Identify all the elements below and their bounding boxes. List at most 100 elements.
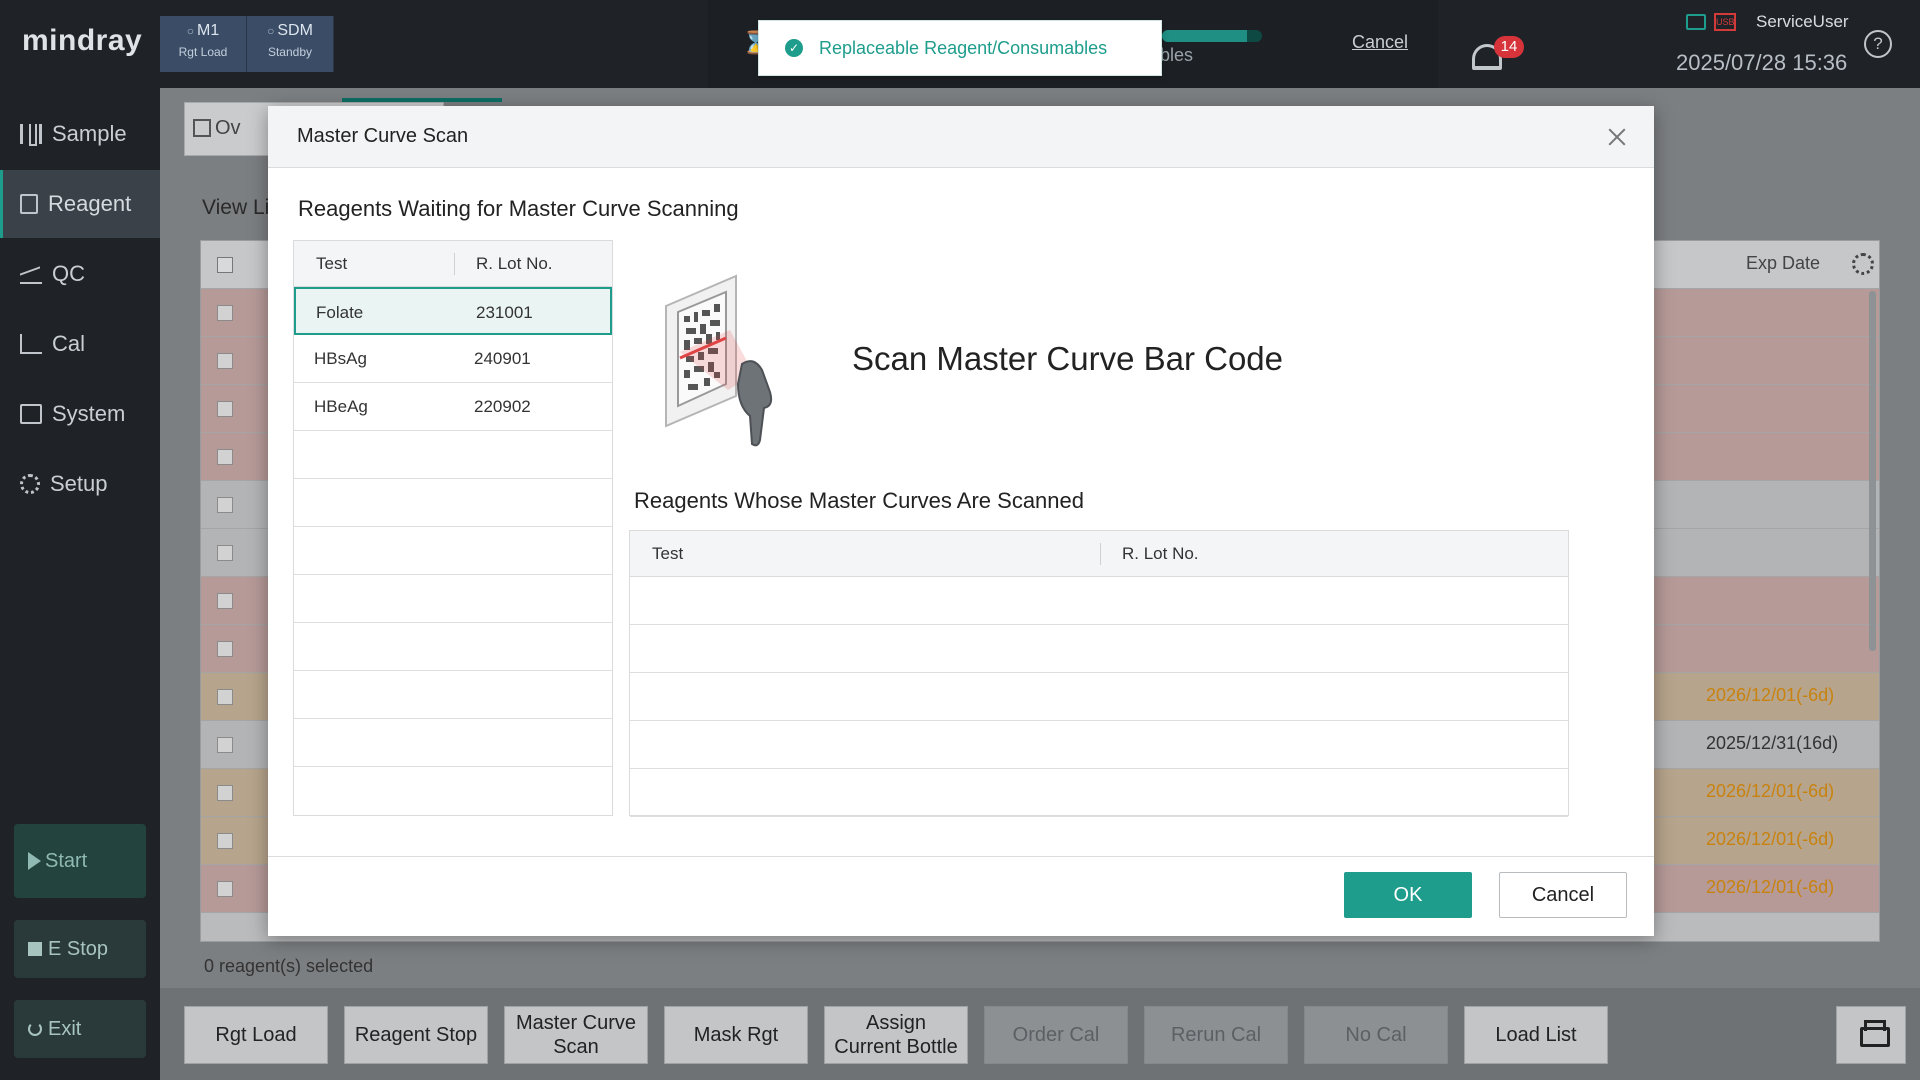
sidebar-item-label: Setup — [50, 471, 108, 496]
empty-table-row — [294, 479, 612, 527]
scanned-section-title: Reagents Whose Master Curves Are Scanned — [634, 488, 1085, 513]
column-header-test: Test — [316, 254, 348, 273]
scanned-reagents-table: Test R. Lot No. — [629, 530, 1569, 817]
row-checkbox[interactable] — [217, 593, 233, 609]
column-header-exp-date[interactable]: Exp Date — [1746, 253, 1820, 274]
cancel-button[interactable]: Cancel — [1499, 872, 1627, 918]
progress-fill — [1162, 30, 1247, 42]
sidebar-item-system[interactable]: System — [0, 380, 160, 448]
action-button-reagent-stop[interactable]: Reagent Stop — [344, 1006, 488, 1064]
sample-icon — [20, 124, 42, 146]
master-curve-scan-dialog: Master Curve Scan Reagents Waiting for M… — [268, 106, 1654, 936]
row-checkbox[interactable] — [217, 401, 233, 417]
usb-status-icon: USB — [1714, 13, 1736, 31]
action-button-order-cal: Order Cal — [984, 1006, 1128, 1064]
system-icon — [20, 404, 42, 424]
emergency-stop-button[interactable]: E Stop — [14, 920, 146, 978]
lot-cell: 220902 — [474, 397, 531, 416]
selected-count-text: 0 reagent(s) selected — [204, 956, 374, 976]
status-progress-bar — [1162, 30, 1262, 42]
current-user[interactable]: ServiceUser — [1756, 12, 1849, 32]
power-icon — [28, 1022, 42, 1036]
action-button-no-cal: No Cal — [1304, 1006, 1448, 1064]
row-checkbox[interactable] — [217, 449, 233, 465]
empty-table-row — [294, 623, 612, 671]
action-button-master-curve-scan[interactable]: Master Curve Scan — [504, 1006, 648, 1064]
alarm-button[interactable]: 14 — [1468, 36, 1524, 76]
table-row[interactable]: Folate 231001 — [294, 287, 612, 335]
waiting-section-title: Reagents Waiting for Master Curve Scanni… — [298, 196, 739, 221]
alarm-count-badge: 14 — [1494, 36, 1524, 58]
module-m1-status[interactable]: M1 Rgt Load — [160, 16, 247, 72]
table-header: Test R. Lot No. — [294, 241, 612, 287]
select-all-checkbox[interactable] — [217, 257, 233, 273]
sidebar-item-reagent[interactable]: Reagent — [0, 170, 160, 238]
empty-table-row — [630, 721, 1568, 769]
row-checkbox[interactable] — [217, 833, 233, 849]
system-datetime: 2025/07/28 15:36 — [1676, 50, 1848, 75]
gear-icon — [20, 474, 40, 494]
status-text: bles — [1160, 45, 1194, 65]
empty-table-row — [294, 671, 612, 719]
scan-instruction-heading: Scan Master Curve Bar Code — [852, 340, 1284, 377]
tab-label: Ov — [215, 117, 241, 139]
barcode-scanner-illustration — [665, 274, 773, 447]
empty-table-row — [630, 625, 1568, 673]
stop-icon — [28, 942, 42, 956]
action-button-mask-rgt[interactable]: Mask Rgt — [664, 1006, 808, 1064]
row-checkbox[interactable] — [217, 689, 233, 705]
sidebar-item-setup[interactable]: Setup — [0, 450, 160, 518]
column-separator — [1100, 543, 1101, 565]
dialog-title: Master Curve Scan — [297, 125, 469, 147]
table-row[interactable]: HBsAg 240901 — [294, 335, 612, 383]
column-header-lot: R. Lot No. — [1122, 544, 1199, 563]
row-checkbox[interactable] — [217, 785, 233, 801]
reagent-icon — [20, 194, 38, 214]
cal-icon — [20, 334, 42, 354]
row-checkbox[interactable] — [217, 353, 233, 369]
empty-table-row — [294, 527, 612, 575]
exp-date-cell: 2026/12/01(-6d) — [1706, 877, 1835, 897]
help-icon[interactable]: ? — [1864, 30, 1892, 58]
module-state: Standby — [267, 45, 313, 59]
module-status-group: M1 Rgt Load SDM Standby — [160, 16, 334, 72]
action-button-assign-current-bottle[interactable]: Assign Current Bottle — [824, 1006, 968, 1064]
notification-toast: ✓ Replaceable Reagent/Consumables — [758, 20, 1162, 76]
lot-cell: 231001 — [476, 303, 533, 322]
active-tab-indicator — [342, 98, 502, 102]
exp-date-cell: 2026/12/01(-6d) — [1706, 829, 1835, 849]
top-cancel-link[interactable]: Cancel — [1352, 32, 1408, 53]
ok-button[interactable]: OK — [1344, 872, 1472, 918]
close-icon[interactable] — [1602, 122, 1632, 152]
grid-icon — [193, 119, 211, 137]
row-checkbox[interactable] — [217, 305, 233, 321]
sidebar-item-sample[interactable]: Sample — [0, 100, 160, 168]
estop-label: E Stop — [48, 937, 109, 960]
empty-table-row — [630, 769, 1568, 817]
vertical-scrollbar[interactable] — [1869, 291, 1876, 651]
module-sdm-status[interactable]: SDM Standby — [247, 16, 334, 72]
column-settings-gear-icon[interactable] — [1852, 253, 1874, 275]
print-button[interactable] — [1836, 1006, 1906, 1064]
start-label: Start — [45, 849, 88, 872]
toast-message: Replaceable Reagent/Consumables — [819, 37, 1108, 58]
start-button[interactable]: Start — [14, 824, 146, 898]
row-checkbox[interactable] — [217, 641, 233, 657]
sidebar-item-qc[interactable]: QC — [0, 240, 160, 308]
action-button-load-list[interactable]: Load List — [1464, 1006, 1608, 1064]
table-row[interactable]: HBeAg 220902 — [294, 383, 612, 431]
dialog-header: Master Curve Scan — [268, 106, 1654, 168]
empty-table-row — [630, 577, 1568, 625]
view-list-label: View Li — [202, 196, 270, 219]
exit-button[interactable]: Exit — [14, 1000, 146, 1058]
row-checkbox[interactable] — [217, 497, 233, 513]
action-button-rgt-load[interactable]: Rgt Load — [184, 1006, 328, 1064]
row-checkbox[interactable] — [217, 737, 233, 753]
test-cell: Folate — [316, 303, 364, 322]
sidebar: Sample Reagent QC Cal System Setup Start… — [0, 88, 160, 1080]
table-header: Test R. Lot No. — [630, 531, 1568, 577]
sidebar-item-cal[interactable]: Cal — [0, 310, 160, 378]
row-checkbox[interactable] — [217, 545, 233, 561]
column-separator — [454, 253, 455, 275]
row-checkbox[interactable] — [217, 881, 233, 897]
